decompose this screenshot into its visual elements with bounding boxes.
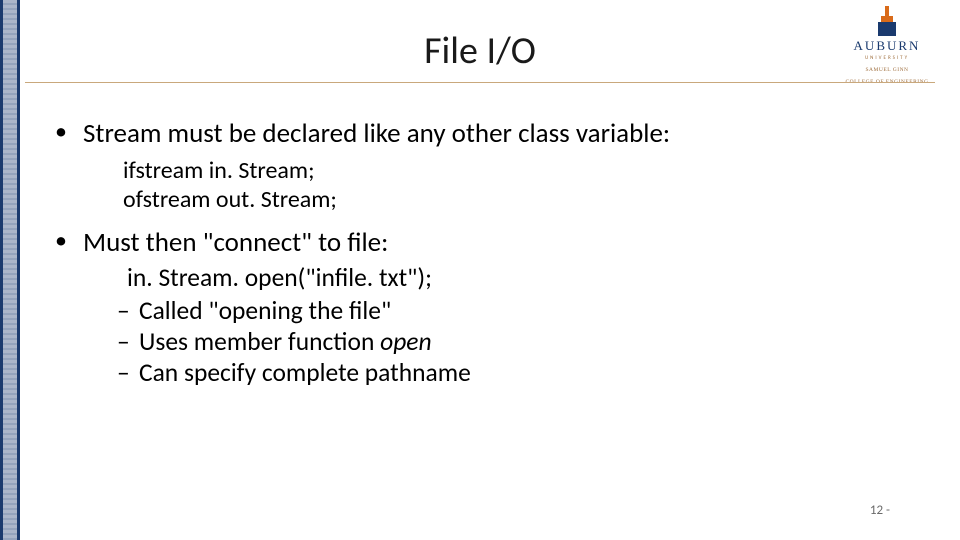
bullet-2: • Must then "connect" to file: [55, 227, 915, 258]
title-divider [25, 82, 935, 83]
dash-marker: – [117, 295, 139, 326]
decorative-left-strip [0, 0, 20, 540]
dash-marker: – [117, 357, 139, 388]
sub-bullet-3: – Can specify complete pathname [117, 357, 915, 388]
code-line: in. Stream. open("infile. txt"); [127, 262, 915, 293]
sub-bullet-1-text: Called "opening the file" [139, 295, 391, 326]
sub-block: in. Stream. open("infile. txt"); – Calle… [117, 262, 915, 388]
logo-text-main: AUBURN [832, 38, 942, 54]
sub-bullet-3-text: Can specify complete pathname [139, 357, 471, 388]
slide-title: File I/O [0, 28, 960, 74]
code-line: ifstream in. Stream; [123, 157, 915, 186]
code-line: ofstream out. Stream; [123, 186, 915, 215]
sub-bullet-1: – Called "opening the file" [117, 295, 915, 326]
auburn-logo: AUBURN UNIVERSITY SAMUEL GINN COLLEGE OF… [832, 6, 942, 85]
logo-text-sub1: UNIVERSITY [832, 55, 942, 61]
bullet-1: • Stream must be declared like any other… [55, 118, 915, 149]
slide-body: • Stream must be declared like any other… [55, 118, 915, 388]
logo-text-sub2: SAMUEL GINN [832, 67, 942, 73]
sub-bullet-2-text: Uses member function open [139, 326, 432, 357]
bullet-1-text: Stream must be declared like any other c… [83, 118, 670, 149]
bullet-marker: • [55, 227, 83, 258]
bullet-marker: • [55, 118, 83, 149]
dash-marker: – [117, 326, 139, 357]
tower-icon [878, 6, 896, 36]
page-number: 12 - [870, 503, 890, 518]
code-block-1: ifstream in. Stream; ofstream out. Strea… [123, 157, 915, 215]
bullet-2-text: Must then "connect" to file: [83, 227, 388, 258]
sub-bullet-2: – Uses member function open [117, 326, 915, 357]
